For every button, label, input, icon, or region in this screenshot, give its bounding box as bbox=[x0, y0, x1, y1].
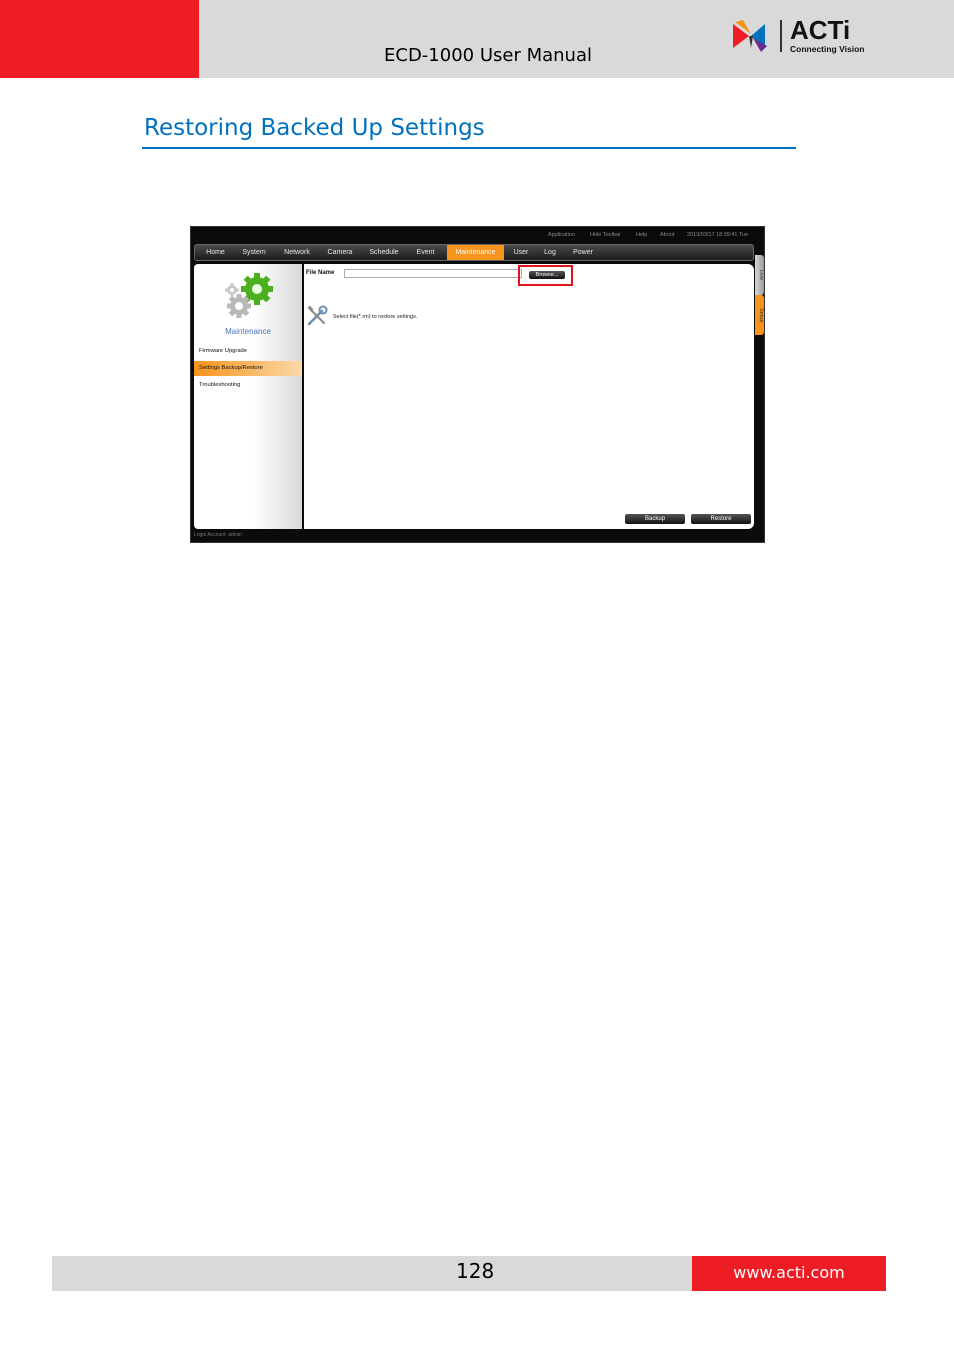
topbar-about-link[interactable]: About bbox=[660, 232, 674, 238]
nav-home[interactable]: Home bbox=[199, 245, 232, 260]
tools-icon bbox=[307, 305, 328, 326]
tab-setup[interactable]: Setup bbox=[755, 295, 764, 335]
sidebar-item-settings-backup-restore[interactable]: Settings Backup/Restore bbox=[194, 361, 302, 376]
nav-schedule[interactable]: Schedule bbox=[363, 245, 405, 260]
logo-wordmark: ACTi bbox=[790, 15, 851, 45]
content-panel: File Name Browse... Select file(*.rm) to… bbox=[304, 264, 754, 529]
nav-log[interactable]: Log bbox=[538, 245, 562, 260]
page-number: 128 bbox=[456, 1259, 495, 1283]
manual-title: ECD-1000 User Manual bbox=[384, 45, 592, 66]
main-nav: Home System Network Camera Schedule Even… bbox=[194, 244, 754, 261]
restore-help-text: Select file(*.rm) to restore settings. bbox=[333, 314, 418, 320]
footer-grey-band bbox=[52, 1256, 692, 1291]
file-name-label: File Name bbox=[306, 270, 335, 276]
sidebar-item-troubleshooting[interactable]: Troubleshooting bbox=[194, 378, 302, 393]
logo-tagline: Connecting Vision bbox=[790, 44, 865, 54]
sidebar-title: Maintenance bbox=[225, 327, 271, 336]
nav-network[interactable]: Network bbox=[277, 245, 317, 260]
nav-maintenance[interactable]: Maintenance bbox=[447, 245, 504, 260]
topbar-datetime: 2013/03/17 18:39:41 Tue bbox=[687, 232, 749, 238]
restore-button[interactable]: Restore bbox=[691, 514, 751, 524]
topbar-application-link[interactable]: Application bbox=[548, 232, 575, 238]
file-name-input[interactable] bbox=[344, 269, 522, 278]
top-toolbar: Application Hide Toolbar Help About 2013… bbox=[191, 227, 764, 243]
header-red-block bbox=[0, 0, 199, 78]
nav-camera[interactable]: Camera bbox=[321, 245, 359, 260]
section-underline bbox=[142, 147, 796, 149]
sidebar-item-firmware-upgrade[interactable]: Firmware Upgrade bbox=[194, 344, 302, 359]
browse-highlight-box bbox=[518, 265, 573, 286]
nav-power[interactable]: Power bbox=[566, 245, 600, 260]
tab-live-label: Live bbox=[758, 269, 764, 281]
logo-divider bbox=[780, 20, 782, 52]
footer-url[interactable]: www.acti.com bbox=[692, 1263, 886, 1282]
backup-button[interactable]: Backup bbox=[625, 514, 685, 524]
nav-system[interactable]: System bbox=[235, 245, 273, 260]
maintenance-screenshot: Application Hide Toolbar Help About 2013… bbox=[190, 226, 765, 543]
topbar-hide-toolbar-link[interactable]: Hide Toolbar bbox=[590, 232, 621, 238]
section-title: Restoring Backed Up Settings bbox=[144, 115, 485, 141]
topbar-help-link[interactable]: Help bbox=[636, 232, 647, 238]
tab-live[interactable]: Live bbox=[755, 255, 764, 295]
nav-user[interactable]: User bbox=[508, 245, 534, 260]
gears-icon bbox=[225, 273, 273, 318]
nav-event[interactable]: Event bbox=[409, 245, 442, 260]
maintenance-sidebar: Maintenance Firmware Upgrade Settings Ba… bbox=[194, 264, 302, 529]
tab-setup-label: Setup bbox=[758, 307, 764, 323]
login-status: Login Account: admin bbox=[194, 532, 242, 538]
